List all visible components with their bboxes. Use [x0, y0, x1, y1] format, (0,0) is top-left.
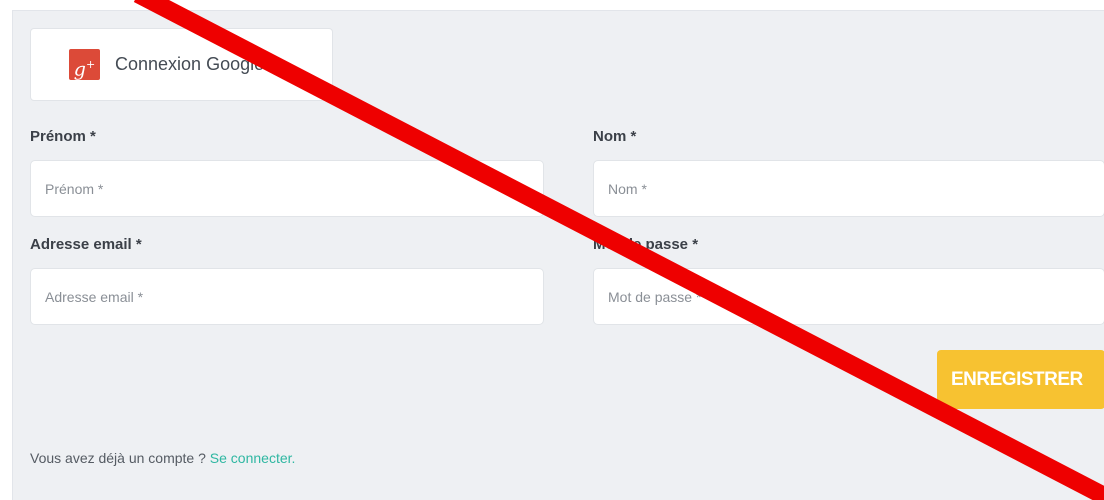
first-name-input[interactable]	[30, 160, 544, 217]
login-prompt-text: Vous avez déjà un compte ?	[30, 450, 210, 466]
register-button[interactable]: ENREGISTRER	[937, 350, 1104, 409]
first-name-label: Prénom *	[30, 128, 96, 145]
email-input[interactable]	[30, 268, 544, 325]
email-label: Adresse email *	[30, 236, 142, 253]
google-login-button[interactable]: g+ Connexion Google	[30, 28, 333, 101]
password-label: Mot de passe *	[593, 236, 699, 253]
login-link[interactable]: Se connecter.	[210, 450, 296, 466]
password-input[interactable]	[593, 268, 1104, 325]
login-prompt: Vous avez déjà un compte ? Se connecter.	[30, 450, 295, 466]
last-name-label: Nom *	[593, 128, 637, 145]
google-plus-icon: g+	[69, 49, 100, 80]
last-name-input[interactable]	[593, 160, 1104, 217]
google-login-label: Connexion Google	[115, 54, 265, 74]
